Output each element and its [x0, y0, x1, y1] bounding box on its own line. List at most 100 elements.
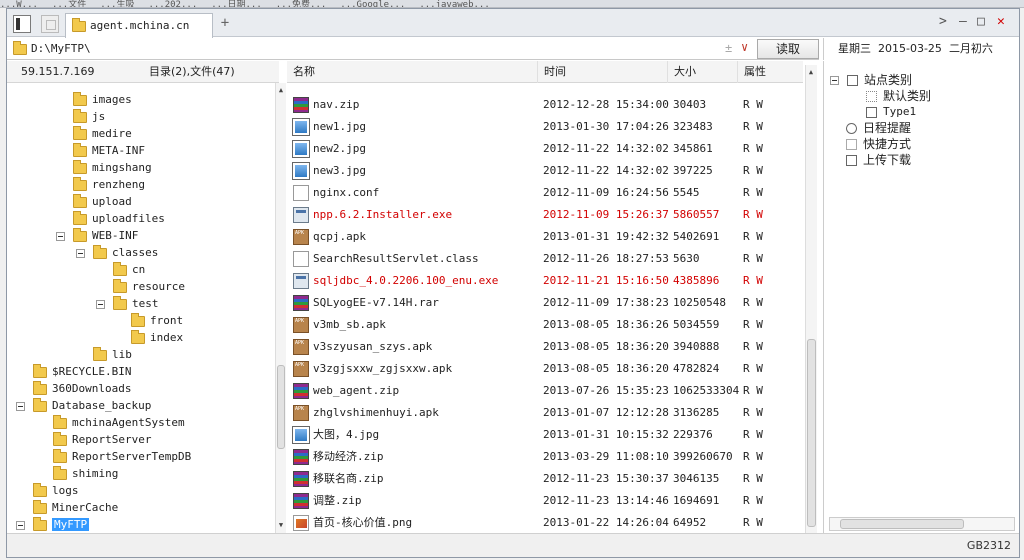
- file-row[interactable]: qcpj.apk 2013-01-31 19:42:32 5402691 R W: [287, 226, 803, 248]
- tree-item[interactable]: $RECYCLE.BIN: [33, 363, 131, 380]
- bookmark-item[interactable]: ...javaweb...: [419, 1, 489, 8]
- secondary-panel-button[interactable]: [41, 15, 59, 33]
- collapse-icon[interactable]: [76, 248, 85, 258]
- file-row[interactable]: v3zgjsxxw_zgjsxxw.apk 2013-08-05 18:36:20…: [287, 358, 803, 380]
- file-row[interactable]: nginx.conf 2012-11-09 16:24:56 5545 R W: [287, 182, 803, 204]
- scroll-up-icon[interactable]: ▲: [276, 85, 286, 95]
- tree-item[interactable]: WEB-INF: [56, 227, 138, 244]
- bookmark-item[interactable]: ...202...: [148, 1, 197, 8]
- tree-item[interactable]: mingshang: [73, 159, 152, 176]
- tree-item[interactable]: index: [131, 329, 183, 346]
- tree-item[interactable]: shiming: [53, 465, 118, 482]
- tree-item[interactable]: medire: [73, 125, 132, 142]
- scroll-down-icon[interactable]: ▼: [276, 520, 286, 530]
- file-row[interactable]: nav.zip 2012-12-28 15:34:00 30403 R W: [287, 94, 803, 116]
- address-bar: D:\MyFTP\ ± ∨: [7, 38, 819, 60]
- tree-item[interactable]: MinerCache: [33, 499, 118, 516]
- chevron-right-icon[interactable]: >: [939, 15, 947, 29]
- file-row[interactable]: new2.jpg 2012-11-22 14:32:02 345861 R W: [287, 138, 803, 160]
- tree-item[interactable]: classes: [76, 244, 158, 261]
- tree-item-label: 360Downloads: [52, 382, 132, 395]
- tree-item[interactable]: resource: [113, 278, 185, 295]
- tree-item[interactable]: js: [73, 108, 105, 125]
- file-row[interactable]: 移动经济.zip 2013-03-29 11:08:10 399260670 R W: [287, 446, 803, 468]
- bookmark-item[interactable]: ...日期...: [211, 1, 262, 8]
- tree-item[interactable]: front: [131, 312, 183, 329]
- transfers-label: 上传下载: [863, 153, 912, 167]
- tree-item[interactable]: lib: [93, 346, 132, 363]
- bookmark-item[interactable]: ...生吸: [100, 1, 134, 8]
- hscroll-thumb[interactable]: [840, 519, 964, 529]
- read-button[interactable]: 读取: [757, 39, 819, 59]
- bookmark-item[interactable]: ...Google...: [340, 1, 405, 8]
- tree-item[interactable]: renzheng: [73, 176, 145, 193]
- encoding-label[interactable]: GB2312: [967, 539, 1011, 552]
- column-time[interactable]: 时间: [537, 61, 667, 83]
- file-attr: R W: [743, 318, 763, 331]
- tree-item[interactable]: ReportServer: [53, 431, 151, 448]
- collapse-icon[interactable]: [16, 401, 25, 411]
- site-category-node[interactable]: 站点类别: [830, 72, 912, 88]
- minimize-button[interactable]: –: [959, 15, 967, 29]
- default-category-node[interactable]: 默认类别: [866, 88, 931, 104]
- bookmark-item[interactable]: ...W...: [0, 1, 38, 8]
- tree-item[interactable]: cn: [113, 261, 145, 278]
- address-input[interactable]: D:\MyFTP\: [31, 42, 91, 55]
- tree-item[interactable]: 360Downloads: [33, 380, 131, 397]
- file-row[interactable]: v3szyusan_szys.apk 2013-08-05 18:36:20 394…: [287, 336, 803, 358]
- file-row[interactable]: SearchResultServlet.class 2012-11-26 18:2…: [287, 248, 803, 270]
- tree-item[interactable]: images: [73, 91, 132, 108]
- bookmark-item[interactable]: ...免费...: [276, 1, 327, 8]
- tree-item[interactable]: uploadfiles: [73, 210, 165, 227]
- file-row[interactable]: 大图，4.jpg 2013-01-31 10:15:32 229376 R W: [287, 424, 803, 446]
- file-scroll-thumb[interactable]: [807, 339, 816, 527]
- tab-agent-mchina[interactable]: agent.mchina.cn: [65, 13, 213, 38]
- collapse-icon[interactable]: [96, 299, 105, 309]
- tree-scrollbar[interactable]: ▲ ▼: [275, 83, 286, 533]
- file-row[interactable]: npp.6.2.Installer.exe 2012-11-09 15:26:37…: [287, 204, 803, 226]
- tree-scroll-thumb[interactable]: [277, 365, 285, 449]
- file-row[interactable]: web_agent.zip 2013-07-26 15:35:23 10625333…: [287, 380, 803, 402]
- file-list-scrollbar[interactable]: ▲: [805, 65, 817, 533]
- new-tab-button[interactable]: +: [217, 13, 233, 33]
- file-row[interactable]: new3.jpg 2012-11-22 14:32:02 397225 R W: [287, 160, 803, 182]
- file-row[interactable]: 移联名商.zip 2012-11-23 15:30:37 3046135 R W: [287, 468, 803, 490]
- file-row[interactable]: new1.jpg 2013-01-30 17:04:26 323483 R W: [287, 116, 803, 138]
- tree-item[interactable]: upload: [73, 193, 132, 210]
- add-bookmark-icon[interactable]: ±: [725, 41, 732, 55]
- right-panel-hscrollbar[interactable]: [829, 517, 1015, 531]
- collapse-icon[interactable]: [56, 231, 65, 241]
- collapse-icon[interactable]: [16, 520, 25, 530]
- tree-item[interactable]: Database_backup: [16, 397, 151, 414]
- file-attr: R W: [743, 450, 763, 463]
- bookmark-item[interactable]: ...文件: [52, 1, 86, 8]
- collapse-icon[interactable]: [830, 76, 839, 85]
- chevron-down-icon[interactable]: ∨: [741, 40, 748, 54]
- file-attr: R W: [743, 186, 763, 199]
- file-row[interactable]: SQLyogEE-v7.14H.rar 2012-11-09 17:38:23 10…: [287, 292, 803, 314]
- tree-item[interactable]: logs: [33, 482, 79, 499]
- file-name: SearchResultServlet.class: [313, 252, 479, 265]
- toggle-panel-button[interactable]: [13, 15, 31, 33]
- file-row[interactable]: 调整.zip 2012-11-23 13:14:46 1694691 R W: [287, 490, 803, 512]
- file-row[interactable]: zhglvshimenhuyi.apk 2013-01-07 12:12:28 31…: [287, 402, 803, 424]
- tree-item[interactable]: test: [96, 295, 159, 312]
- tree-item[interactable]: MyFTP: [16, 516, 90, 533]
- folder-icon: [33, 499, 47, 514]
- file-row[interactable]: 首页-核心价值.png 2013-01-22 14:26:04 64952 R W: [287, 512, 803, 533]
- tree-item[interactable]: META-INF: [73, 142, 145, 159]
- scroll-up-icon[interactable]: ▲: [806, 67, 816, 77]
- file-row[interactable]: v3mb_sb.apk 2013-08-05 18:36:26 5034559 R W: [287, 314, 803, 336]
- column-attr[interactable]: 属性: [737, 61, 803, 83]
- file-row[interactable]: sqljdbc_4.0.2206.100_enu.exe 2012-11-21 1…: [287, 270, 803, 292]
- column-size[interactable]: 大小: [667, 61, 737, 83]
- type1-node[interactable]: Type1: [866, 104, 916, 120]
- column-name[interactable]: 名称: [287, 61, 537, 83]
- shortcuts-node[interactable]: 快捷方式: [846, 136, 911, 152]
- transfers-node[interactable]: 上传下载: [846, 152, 911, 168]
- close-button[interactable]: ✕: [997, 15, 1005, 29]
- tree-item[interactable]: mchinaAgentSystem: [53, 414, 185, 431]
- maximize-button[interactable]: □: [977, 15, 985, 29]
- tree-item[interactable]: ReportServerTempDB: [53, 448, 191, 465]
- schedule-node[interactable]: 日程提醒: [846, 120, 911, 136]
